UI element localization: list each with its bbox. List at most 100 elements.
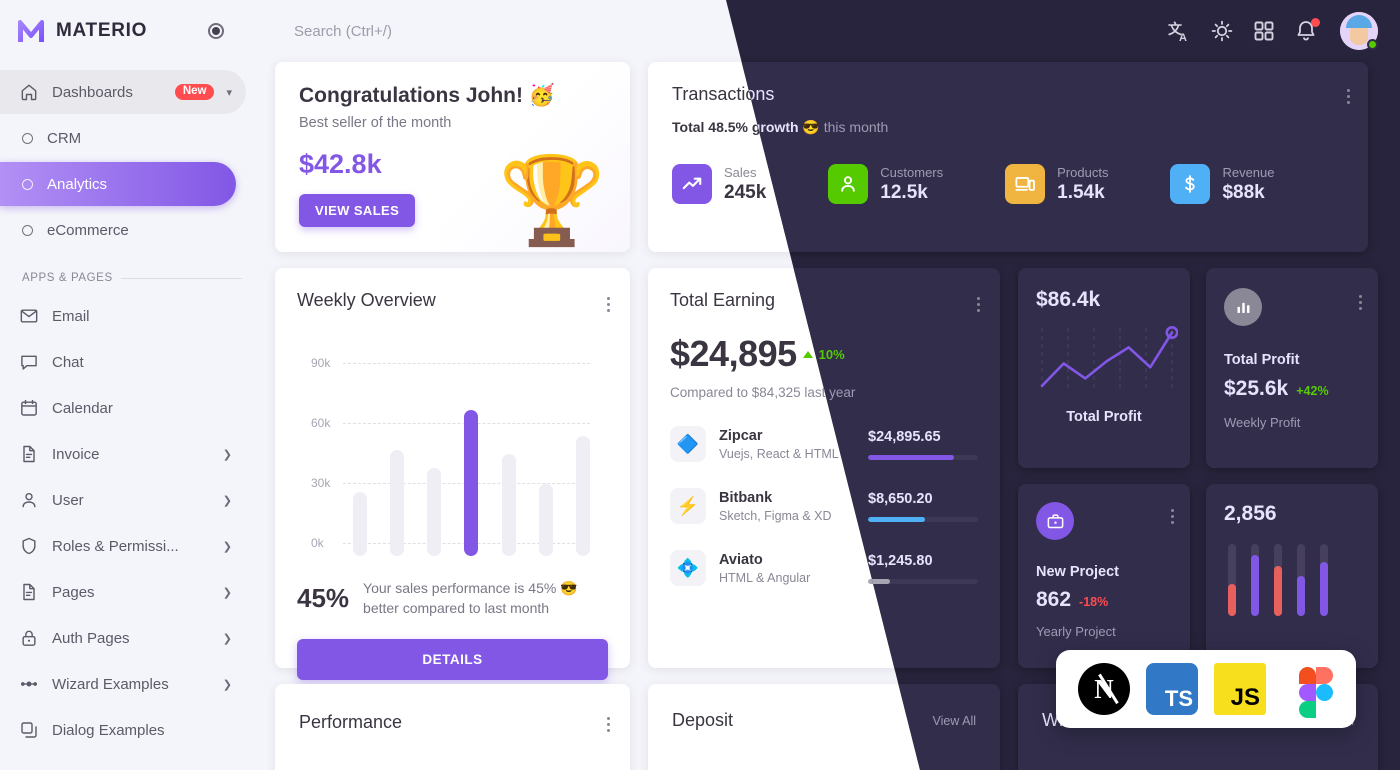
company-logo-zipcar: 🔷 [670, 426, 706, 462]
weekly-profit-label: Total Profit [1224, 352, 1300, 368]
sidebar-item-label: Dialog Examples [52, 721, 165, 739]
progress-bar [868, 578, 978, 584]
mail-icon [18, 305, 40, 327]
earning-list-item[interactable]: 🔷 Zipcar Vuejs, React & HTML $24,895.65 [670, 426, 978, 462]
chevron-right-icon[interactable]: ❯ [223, 678, 232, 691]
total-profit-line-chart [1040, 326, 1179, 388]
topbar-icons: 文A [1168, 12, 1378, 50]
calendar-icon [18, 397, 40, 419]
deposit-title: Deposit [672, 710, 734, 730]
devices-icon [1005, 164, 1046, 204]
company-tech: Sketch, Figma & XD [719, 508, 832, 523]
grid-apps-icon[interactable] [1252, 19, 1276, 43]
weekly-profit-menu-icon[interactable] [1358, 292, 1362, 313]
transactions-card: Transactions Total 48.5% growth 😎 this m… [648, 62, 1368, 252]
deposit-view-all-link[interactable]: View All [932, 714, 976, 728]
earning-growth: 10% [818, 346, 845, 362]
sidebar-item-email[interactable]: Email [0, 294, 246, 338]
view-sales-button[interactable]: VIEW SALES [299, 194, 416, 227]
earning-list-item[interactable]: 💠 Aviato HTML & Angular $1,245.80 [670, 550, 978, 586]
figma-shape-orange [1316, 667, 1333, 684]
company-name: Aviato [719, 551, 763, 568]
details-button[interactable]: DETAILS [297, 638, 608, 680]
sidebar-item-dialog-examples[interactable]: Dialog Examples [0, 708, 246, 752]
weekly-profit-delta: +42% [1296, 384, 1329, 398]
earning-title: Total Earning [670, 290, 776, 310]
gridline [343, 363, 590, 364]
earning-list-item[interactable]: ⚡ Bitbank Sketch, Figma & XD $8,650.20 [670, 488, 978, 524]
sidebar-item-pages[interactable]: Pages ❯ [0, 570, 246, 614]
sidebar-item-calendar[interactable]: Calendar [0, 386, 246, 430]
bar-Th [464, 410, 479, 556]
translate-icon[interactable]: 文A [1168, 19, 1192, 43]
figma-logo[interactable] [1282, 663, 1334, 718]
sidebar-item-roles-permissi[interactable]: Roles & Permissi... ❯ [0, 524, 246, 568]
sessions-card: 2,856 [1206, 484, 1378, 668]
deposit-card: Deposit View All [648, 684, 1000, 770]
chevron-down-icon[interactable]: ▾ [226, 86, 232, 99]
materio-m-logo [18, 20, 44, 42]
javascript-letters: JS [1230, 684, 1260, 711]
weekly-profit-caption: Weekly Profit [1224, 415, 1301, 430]
sidebar-group-dashboards[interactable]: Dashboards New ▾ [0, 70, 246, 114]
session-bar-track [1320, 544, 1328, 616]
search-bar[interactable] [282, 22, 1168, 57]
tech-logo-dock: N TS JS [1056, 650, 1356, 728]
topbar: 文A [260, 0, 1400, 62]
javascript-logo[interactable]: JS [1214, 663, 1266, 715]
congratulations-card: Congratulations John! 🥳 Best seller of t… [275, 62, 630, 252]
chevron-right-icon[interactable]: ❯ [223, 540, 232, 553]
sidebar-item-label: User [52, 491, 84, 509]
chevron-right-icon[interactable]: ❯ [223, 448, 232, 461]
notification-dot [1311, 18, 1320, 27]
stat-customers: Customers 12.5k [828, 164, 943, 204]
trending-up-icon [672, 164, 712, 204]
chevron-right-icon[interactable]: ❯ [223, 494, 232, 507]
user-avatar[interactable] [1340, 12, 1378, 50]
figma-shape-red [1299, 667, 1316, 684]
sidebar-item-label: Chat [52, 353, 84, 371]
transactions-menu-icon[interactable] [1346, 86, 1350, 107]
new-badge: New [174, 83, 215, 101]
chevron-right-icon[interactable]: ❯ [223, 586, 232, 599]
chevron-right-icon[interactable]: ❯ [223, 632, 232, 645]
sidebar-item-crm[interactable]: CRM [0, 116, 236, 160]
search-input[interactable] [294, 22, 634, 40]
nextjs-logo[interactable]: N [1078, 663, 1130, 715]
performance-percent: 45% [297, 582, 350, 613]
typescript-logo[interactable]: TS [1146, 663, 1198, 715]
sidebar-item-user[interactable]: User ❯ [0, 478, 246, 522]
earning-menu-icon[interactable] [976, 294, 980, 315]
sidebar-item-wizard-examples[interactable]: Wizard Examples ❯ [0, 662, 246, 706]
collapse-toggle-icon[interactable] [208, 23, 224, 39]
stat-revenue: Revenue $88k [1170, 164, 1275, 204]
company-amount: $1,245.80 [868, 552, 933, 569]
sidebar-item-label: CRM [47, 129, 82, 147]
triangle-up-icon [802, 350, 813, 358]
total-profit-chart-card: $86.4k Total Profit [1018, 268, 1190, 468]
dollar-icon [1170, 164, 1211, 204]
sidebar-item-auth-pages[interactable]: Auth Pages ❯ [0, 616, 246, 660]
bell-icon[interactable] [1294, 18, 1320, 43]
new-project-card: New Project 862 -18% Yearly Project [1018, 484, 1190, 668]
session-bar-fill [1228, 583, 1236, 616]
sidebar-item-ecommerce[interactable]: eCommerce [0, 208, 236, 252]
sidebar-item-chat[interactable]: Chat [0, 340, 246, 384]
circle-icon [22, 224, 33, 236]
sun-icon[interactable] [1210, 19, 1234, 43]
sidebar-item-label: Roles & Permissi... [52, 537, 179, 555]
session-bar-track [1251, 544, 1259, 616]
performance-menu-icon[interactable] [606, 714, 610, 735]
deposit-header: Deposit View All [648, 684, 1000, 731]
transactions-subtitle: Total 48.5% growth 😎 this month [672, 119, 1344, 136]
y-tick-label: 30k [311, 476, 331, 490]
sessions-bar-chart [1224, 544, 1360, 616]
performance-summary: 45% Your sales performance is 45% 😎 bett… [297, 578, 608, 619]
sidebar-item-invoice[interactable]: Invoice ❯ [0, 432, 246, 476]
new-project-menu-icon[interactable] [1170, 506, 1174, 527]
weekly-overview-card: Weekly Overview 90k 60k 30k 0k 45% Your … [275, 268, 630, 680]
sidebar-item-analytics[interactable]: Analytics [0, 162, 236, 206]
new-project-label: New Project [1036, 564, 1119, 580]
performance-title: Performance [299, 712, 403, 732]
weekly-menu-icon[interactable] [606, 294, 610, 315]
